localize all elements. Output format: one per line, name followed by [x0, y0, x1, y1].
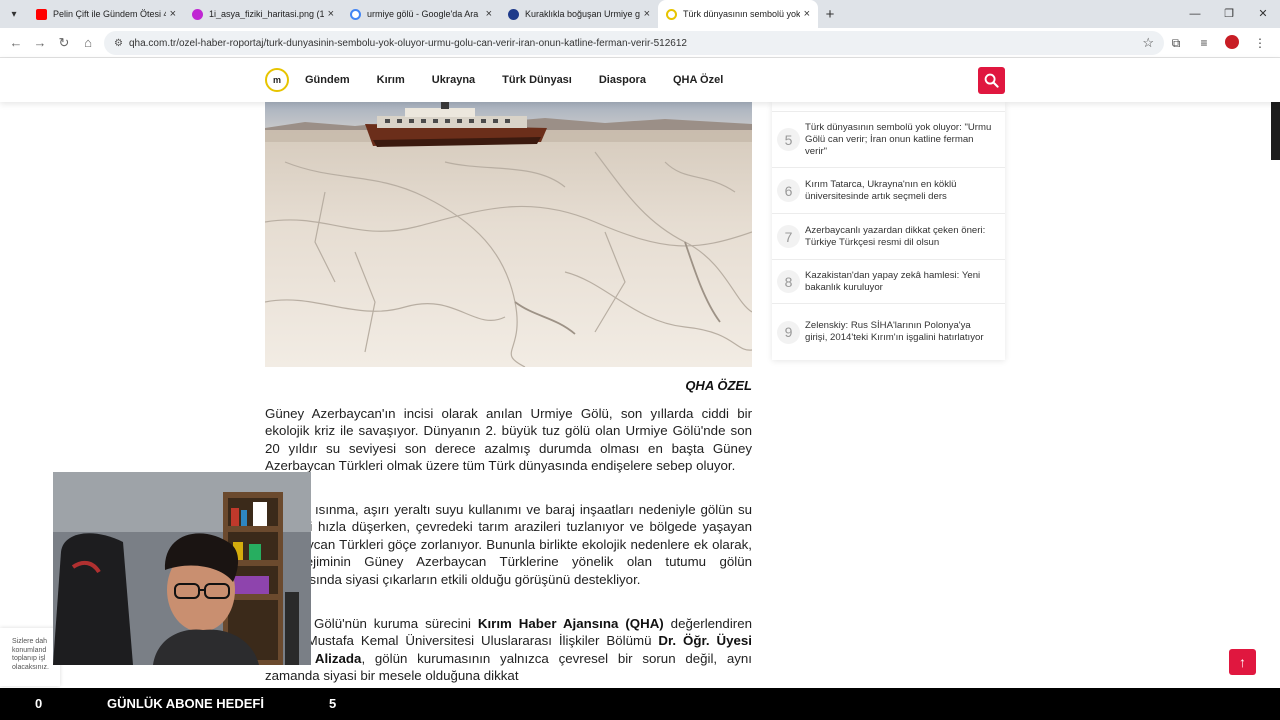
article-byline: QHA ÖZEL — [685, 378, 752, 393]
cookie-notice: Sizlere dah konumland toplanıp işl olaca… — [0, 628, 60, 686]
close-icon[interactable]: × — [486, 8, 492, 20]
article-paragraph-2: Küresel ısınma, aşırı yeraltı suyu kulla… — [265, 502, 752, 587]
browser-tab[interactable]: Pelin Çift ile Gündem Ötesi 473. × — [28, 0, 184, 28]
sidebar-headline[interactable]: Azerbaycanlı yazardan dikkat çeken öneri… — [805, 225, 995, 249]
google-icon — [350, 8, 361, 20]
youtube-icon — [36, 8, 47, 20]
tab-title: urmiye gölü - Google'da Ara — [367, 9, 479, 19]
search-button[interactable] — [978, 67, 1005, 94]
goal-current-count: 0 — [35, 696, 43, 711]
sidebar-headline[interactable]: Kazakistan'dan yapay zekâ hamlesi: Yeni … — [805, 270, 995, 294]
sidebar-headline[interactable]: Kırım Tatarca, Ukrayna'nın en köklü üniv… — [805, 179, 995, 203]
browser-toolbar: ← → ↻ ⌂ ⚙ qha.com.tr/ozel-haber-roportaj… — [0, 28, 1280, 58]
browser-tab-active[interactable]: Türk dünyasının sembolü yok o × — [658, 0, 818, 28]
p3-agency: Kırım Haber Ajansına (QHA) — [477, 616, 664, 631]
browser-tab[interactable]: Kuraklıkla boğuşan Urmiye gölü × — [500, 0, 658, 28]
article-paragraph-1: Güney Azerbaycan'ın incisi olarak anılan… — [265, 406, 752, 474]
back-icon[interactable]: ← — [4, 35, 28, 50]
tab-title: Kuraklıkla boğuşan Urmiye gölü — [525, 9, 640, 19]
close-icon[interactable]: × — [804, 8, 810, 20]
home-icon[interactable]: ⌂ — [76, 35, 100, 50]
sidebar-item-7[interactable]: 7 Azerbaycanlı yazardan dikkat çeken öne… — [772, 214, 1005, 260]
browser-tab[interactable]: urmiye gölü - Google'da Ara × — [342, 0, 500, 28]
minimize-icon[interactable]: — — [1178, 0, 1212, 28]
arrow-up-icon: ↑ — [1239, 654, 1246, 670]
page-scrollbar[interactable] — [1271, 102, 1280, 160]
qha-logo[interactable]: m — [265, 68, 289, 92]
nav-qha-ozel[interactable]: QHA Özel — [673, 74, 723, 86]
lake-photo — [265, 102, 752, 367]
sidebar-headline[interactable]: Türk dünyasının sembolü yok oluyor: "Urm… — [805, 122, 995, 158]
goal-label: GÜNLÜK ABONE HEDEFİ — [107, 696, 264, 711]
sidebar-rank: 6 — [777, 179, 800, 202]
browser-tab[interactable]: 1i_asya_fiziki_haritasi.png (162 × — [184, 0, 342, 28]
sidebar-item-partial — [772, 102, 1005, 112]
menu-icon[interactable]: ⋮ — [1246, 36, 1274, 50]
search-icon — [984, 73, 999, 88]
site-info-icon[interactable]: ⚙ — [114, 38, 123, 49]
image-icon — [192, 8, 203, 20]
scroll-to-top-button[interactable]: ↑ — [1229, 649, 1256, 675]
tab-search-icon[interactable]: ▾ — [0, 9, 28, 20]
reading-list-icon[interactable]: ≡ — [1190, 36, 1218, 50]
logo-text: m — [272, 75, 281, 85]
address-text: qha.com.tr/ozel-haber-roportaj/turk-duny… — [128, 37, 687, 49]
goal-target-count: 5 — [329, 696, 337, 711]
popular-news-sidebar: 5 Türk dünyasının sembolü yok oluyor: "U… — [772, 102, 1005, 360]
window-controls: — ❐ ✕ — [1178, 0, 1280, 28]
nav-turk-dunyasi[interactable]: Türk Dünyası — [502, 74, 572, 86]
close-icon[interactable]: × — [170, 8, 176, 20]
tab-title: Pelin Çift ile Gündem Ötesi 473. — [53, 9, 166, 19]
tab-title: Türk dünyasının sembolü yok o — [683, 9, 800, 19]
screen: ▾ Pelin Çift ile Gündem Ötesi 473. × 1i_… — [0, 0, 1280, 720]
reload-icon[interactable]: ↻ — [52, 35, 76, 51]
nav-ukrayna[interactable]: Ukrayna — [432, 74, 475, 86]
profile-icon[interactable] — [1218, 34, 1246, 52]
sidebar-item-8[interactable]: 8 Kazakistan'dan yapay zekâ hamlesi: Yen… — [772, 260, 1005, 304]
sidebar-rank: 7 — [777, 225, 800, 248]
sidebar-item-9[interactable]: 9 Zelenskiy: Rus SİHA'larının Polonya'ya… — [772, 304, 1005, 360]
main-nav: Gündem Kırım Ukrayna Türk Dünyası Diaspo… — [305, 58, 723, 102]
nav-diaspora[interactable]: Diaspora — [599, 74, 646, 86]
qha-icon — [666, 8, 677, 20]
article-hero-image — [265, 102, 752, 367]
site-header: m Gündem Kırım Ukrayna Türk Dünyası Dias… — [0, 58, 1280, 102]
close-icon[interactable]: × — [328, 8, 334, 20]
sidebar-rank: 8 — [777, 270, 800, 293]
sidebar-item-5[interactable]: 5 Türk dünyasının sembolü yok oluyor: "U… — [772, 112, 1005, 168]
article-paragraph-3: Urmiye Gölü'nün kuruma sürecini Kırım Ha… — [265, 615, 752, 685]
sidebar-headline[interactable]: Zelenskiy: Rus SİHA'larının Polonya'ya g… — [805, 320, 995, 344]
bookmark-star-icon[interactable]: ☆ — [1142, 35, 1154, 51]
sidebar-item-6[interactable]: 6 Kırım Tatarca, Ukrayna'nın en köklü ün… — [772, 168, 1005, 214]
new-tab-icon[interactable]: + — [818, 6, 842, 23]
streamer-camera-feed — [53, 472, 311, 665]
browser-tab-bar: ▾ Pelin Çift ile Gündem Ötesi 473. × 1i_… — [0, 0, 1280, 28]
extensions-icon[interactable]: ⧉ — [1162, 36, 1190, 51]
news-site-icon — [508, 8, 519, 20]
nav-kirim[interactable]: Kırım — [377, 74, 405, 86]
close-icon[interactable]: × — [644, 8, 650, 20]
address-bar[interactable]: ⚙ qha.com.tr/ozel-haber-roportaj/turk-du… — [104, 31, 1164, 55]
webcam-overlay — [53, 472, 311, 665]
window-close-icon[interactable]: ✕ — [1246, 0, 1280, 28]
nav-gundem[interactable]: Gündem — [305, 74, 350, 86]
stream-subscriber-goal-bar: 0 GÜNLÜK ABONE HEDEFİ 5 — [0, 688, 1280, 720]
toolbar-actions: ⧉ ≡ ⋮ — [1162, 28, 1274, 58]
tab-title: 1i_asya_fiziki_haritasi.png (162 — [209, 9, 324, 19]
forward-icon[interactable]: → — [28, 35, 52, 50]
maximize-icon[interactable]: ❐ — [1212, 0, 1246, 28]
sidebar-rank: 9 — [777, 320, 800, 344]
sidebar-rank: 5 — [777, 128, 800, 151]
